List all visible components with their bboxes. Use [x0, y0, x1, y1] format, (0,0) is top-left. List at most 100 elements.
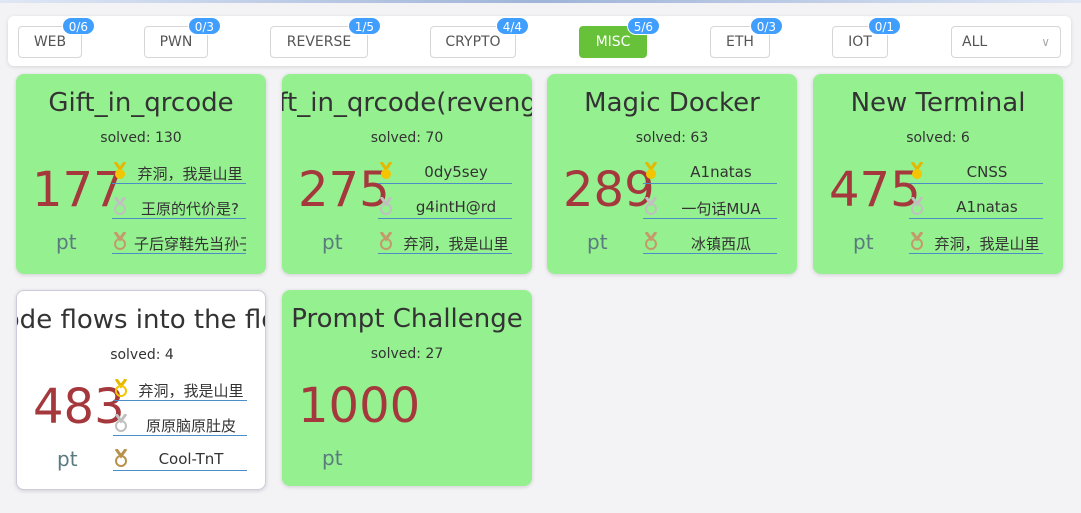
gold-medal-icon	[114, 379, 128, 397]
points-unit: pt	[322, 230, 343, 254]
challenge-points: 483	[33, 379, 125, 435]
third-blood-rank: 弃洞，我是山里	[378, 230, 512, 254]
third-blood-rank: 弃洞，我是山里	[909, 230, 1043, 254]
second-blood-rank: 王原的代价是?	[112, 195, 246, 219]
silver-medal-icon	[910, 197, 924, 215]
category-pwn-button[interactable]: PWN 0/3	[144, 17, 221, 58]
challenge-title: Code flows into the flow	[17, 305, 265, 335]
bronze-medal-icon	[113, 232, 127, 250]
challenge-points: 289	[563, 162, 655, 218]
challenge-points: 1000	[298, 378, 421, 434]
gold-medal-icon	[379, 162, 393, 179]
silver-medal-icon	[644, 197, 658, 215]
first-blood-rank: CNSS	[909, 160, 1043, 184]
challenge-points: 177	[32, 162, 124, 218]
category-progress-badge: 1/5	[347, 17, 381, 35]
category-label: REVERSE	[286, 34, 352, 50]
silver-medal-icon	[379, 197, 393, 215]
category-label: IOT	[848, 34, 872, 50]
category-progress-badge: 0/3	[749, 17, 783, 35]
category-label: WEB	[33, 34, 67, 50]
category-progress-badge: 4/4	[495, 17, 529, 35]
team-name: 王原的代价是?	[141, 200, 239, 218]
team-name: 弃洞，我是山里	[403, 235, 509, 253]
second-blood-rank: 原原脑原肚皮	[113, 412, 247, 436]
points-unit: pt	[853, 230, 874, 254]
team-name: CNSS	[966, 163, 1008, 181]
bronze-medal-icon	[644, 232, 658, 250]
team-name: 一句话MUA	[681, 200, 761, 218]
points-unit: pt	[56, 230, 77, 254]
category-iot-button[interactable]: IOT 0/1	[832, 17, 901, 58]
bronze-medal-icon	[379, 232, 393, 250]
solve-count: solved: 130	[100, 130, 182, 146]
team-name: 冰镇西瓜	[690, 235, 751, 253]
challenge-card[interactable]: Gift_in_qrcode solved: 130 177 pt 弃洞，我是山…	[16, 74, 266, 274]
points-unit: pt	[322, 446, 343, 470]
chevron-down-icon: ∨	[1041, 35, 1050, 49]
category-progress-badge: 5/6	[626, 17, 660, 35]
team-name: 弃洞，我是山里	[137, 165, 243, 183]
solve-count: solved: 70	[370, 130, 444, 146]
team-name: 弃洞，我是山里	[138, 382, 244, 400]
category-label: CRYPTO	[445, 34, 501, 50]
challenge-card[interactable]: Magic Docker solved: 63 289 pt A1natas 一…	[547, 74, 797, 274]
category-filter-bar: WEB 0/6 PWN 0/3 REVERSE 1/5 CRYPTO 4/4 M…	[8, 16, 1071, 66]
challenge-title: Gift_in_qrcode(revenge)	[282, 88, 532, 118]
challenge-points: 275	[298, 162, 390, 218]
team-name: A1natas	[956, 198, 1018, 216]
challenge-title: Prompt Challenge	[291, 304, 523, 334]
silver-medal-icon	[114, 414, 128, 432]
category-progress-badge: 0/3	[187, 17, 221, 35]
bronze-medal-icon	[910, 232, 924, 250]
team-name: A1natas	[690, 163, 752, 181]
category-web-button[interactable]: WEB 0/6	[18, 17, 95, 58]
solve-count: solved: 63	[635, 130, 709, 146]
first-blood-rank: 弃洞，我是山里	[113, 377, 247, 401]
team-name: 子后穿鞋先当孙子	[134, 235, 246, 253]
gold-medal-icon	[113, 162, 127, 179]
team-name: Cool-TnT	[158, 450, 224, 468]
category-label: PWN	[159, 34, 193, 50]
challenge-title: Magic Docker	[584, 88, 760, 118]
third-blood-rank: 子后穿鞋先当孙子	[112, 230, 246, 254]
category-crypto-button[interactable]: CRYPTO 4/4	[430, 17, 529, 58]
challenge-card[interactable]: Code flows into the flow solved: 4 483 p…	[16, 290, 266, 490]
solve-count: solved: 6	[906, 130, 970, 146]
solve-count: solved: 4	[110, 347, 174, 363]
third-blood-rank: 冰镇西瓜	[643, 230, 777, 254]
challenge-title: New Terminal	[850, 88, 1026, 118]
challenge-points: 475	[829, 162, 921, 218]
solve-count: solved: 27	[370, 346, 444, 362]
points-unit: pt	[57, 447, 78, 471]
first-blood-rank: A1natas	[643, 160, 777, 184]
silver-medal-icon	[113, 197, 127, 215]
category-label: MISC	[595, 34, 631, 50]
first-blood-rank: 弃洞，我是山里	[112, 160, 246, 184]
second-blood-rank: g4intH@rd	[378, 195, 512, 219]
category-progress-badge: 0/6	[61, 17, 95, 35]
points-unit: pt	[587, 230, 608, 254]
challenge-card[interactable]: Gift_in_qrcode(revenge) solved: 70 275 p…	[282, 74, 532, 274]
second-blood-rank: A1natas	[909, 195, 1043, 219]
category-reverse-button[interactable]: REVERSE 1/5	[270, 17, 381, 58]
select-value: ALL	[962, 34, 988, 50]
difficulty-select[interactable]: ALL ∨	[951, 26, 1061, 58]
first-blood-rank: 0dy5sey	[378, 160, 512, 184]
challenge-title: Gift_in_qrcode	[48, 88, 234, 118]
category-misc-button[interactable]: MISC 5/6	[579, 17, 660, 58]
top-accent-line	[0, 0, 1081, 3]
gold-medal-icon	[910, 162, 924, 179]
category-label: ETH	[726, 34, 754, 50]
category-progress-badge: 0/1	[867, 17, 901, 35]
second-blood-rank: 一句话MUA	[643, 195, 777, 219]
team-name: 原原脑原肚皮	[145, 417, 236, 435]
team-name: 0dy5sey	[424, 163, 488, 181]
gold-medal-icon	[644, 162, 658, 179]
challenge-card[interactable]: Prompt Challenge solved: 27 1000 pt	[282, 290, 532, 486]
third-blood-rank: Cool-TnT	[113, 447, 247, 471]
team-name: 弃洞，我是山里	[934, 235, 1040, 253]
category-eth-button[interactable]: ETH 0/3	[710, 17, 783, 58]
team-name: g4intH@rd	[415, 198, 497, 216]
challenge-card[interactable]: New Terminal solved: 6 475 pt CNSS A1nat…	[813, 74, 1063, 274]
